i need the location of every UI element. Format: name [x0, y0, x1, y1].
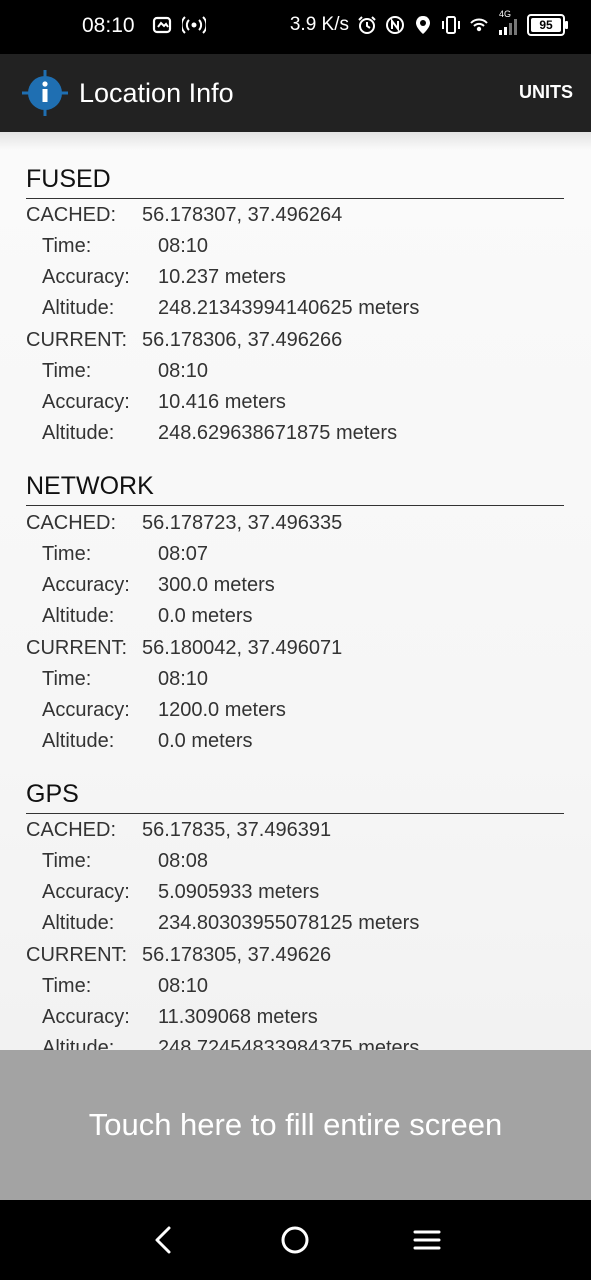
fill-screen-label: Touch here to fill entire screen [88, 1107, 503, 1142]
accuracy-value: 300.0 meters [158, 574, 275, 596]
time-label: Time: [42, 975, 92, 997]
accuracy-label: Accuracy: [42, 881, 130, 903]
current-coords: 56.178306, 37.496266 [142, 329, 343, 351]
time-value: 08:10 [158, 668, 209, 690]
menu-icon[interactable] [409, 1222, 445, 1258]
app-bar: Location Info UNITS [0, 54, 591, 132]
current-label: CURRENT: [26, 637, 128, 659]
altitude-value: 248.72454833984375 meters [158, 1037, 420, 1050]
altitude-label: Altitude: [42, 422, 115, 444]
section-fused: FUSED CACHED: 56.178307, 37.496264 Time:… [26, 164, 564, 454]
cached-label: CACHED: [26, 819, 117, 841]
navigation-bar [0, 1200, 591, 1280]
cached-coords: 56.178723, 37.496335 [142, 512, 343, 534]
accuracy-label: Accuracy: [42, 266, 130, 288]
altitude-label: Altitude: [42, 297, 115, 319]
cached-coords: 56.17835, 37.496391 [142, 819, 332, 841]
status-bar: 08:10 3.9 K/s 4G 95 [0, 0, 591, 54]
accuracy-label: Accuracy: [42, 1006, 130, 1028]
location-info-list[interactable]: FUSED CACHED: 56.178307, 37.496264 Time:… [0, 132, 591, 1050]
section-gps: GPS CACHED: 56.17835, 37.496391 Time: 08… [26, 779, 564, 1050]
altitude-label: Altitude: [42, 730, 115, 752]
time-label: Time: [42, 543, 92, 565]
accuracy-value: 1200.0 meters [158, 699, 286, 721]
section-title: GPS [26, 780, 79, 808]
section-divider [26, 198, 564, 199]
time-value: 08:07 [158, 543, 209, 565]
time-label: Time: [42, 235, 92, 257]
units-button[interactable]: UNITS [519, 82, 573, 103]
alarm-icon [358, 16, 376, 34]
section-divider [26, 813, 564, 814]
home-icon[interactable] [277, 1222, 313, 1258]
info-compass-icon [22, 70, 68, 116]
altitude-label: Altitude: [42, 912, 115, 934]
time-label: Time: [42, 850, 92, 872]
accuracy-label: Accuracy: [42, 574, 130, 596]
vibrate-icon [442, 16, 460, 34]
section-divider [26, 505, 564, 506]
signal-icon: 4G [497, 9, 519, 35]
altitude-value: 248.21343994140625 meters [158, 297, 420, 319]
accuracy-value: 5.0905933 meters [158, 881, 320, 903]
time-value: 08:10 [158, 360, 209, 382]
photo-sync-icon [152, 16, 172, 34]
accuracy-value: 10.416 meters [158, 391, 286, 413]
accuracy-value: 11.309068 meters [158, 1006, 318, 1028]
nfc-icon [386, 16, 404, 34]
time-label: Time: [42, 360, 92, 382]
altitude-value: 248.629638671875 meters [158, 422, 398, 444]
section-network: NETWORK CACHED: 56.178723, 37.496335 Tim… [26, 471, 564, 761]
altitude-value: 0.0 meters [158, 730, 253, 752]
back-icon[interactable] [146, 1222, 182, 1258]
altitude-value: 0.0 meters [158, 605, 253, 627]
fill-screen-overlay[interactable]: Touch here to fill entire screen [0, 1050, 591, 1200]
time-value: 08:08 [158, 850, 209, 872]
hotspot-icon [182, 16, 206, 34]
accuracy-value: 10.237 meters [158, 266, 286, 288]
time-label: Time: [42, 668, 92, 690]
current-label: CURRENT: [26, 329, 128, 351]
wifi-icon [470, 18, 488, 32]
altitude-label: Altitude: [42, 605, 115, 627]
location-icon [416, 16, 430, 34]
battery-icon: 95 [527, 14, 568, 36]
net-speed: 3.9 K/s [289, 14, 349, 35]
cached-label: CACHED: [26, 204, 117, 226]
accuracy-label: Accuracy: [42, 391, 130, 413]
battery-level: 95 [539, 18, 553, 32]
page-title: Location Info [79, 78, 234, 108]
current-coords: 56.180042, 37.496071 [142, 637, 343, 659]
altitude-label: Altitude: [42, 1037, 115, 1050]
altitude-value: 234.80303955078125 meters [158, 912, 420, 934]
cached-coords: 56.178307, 37.496264 [142, 204, 343, 226]
status-time: 08:10 [82, 14, 135, 37]
time-value: 08:10 [158, 975, 209, 997]
current-coords: 56.178305, 37.49626 [142, 944, 332, 966]
time-value: 08:10 [158, 235, 209, 257]
section-title: FUSED [26, 165, 111, 193]
accuracy-label: Accuracy: [42, 699, 130, 721]
section-title: NETWORK [26, 472, 154, 500]
current-label: CURRENT: [26, 944, 128, 966]
cached-label: CACHED: [26, 512, 117, 534]
